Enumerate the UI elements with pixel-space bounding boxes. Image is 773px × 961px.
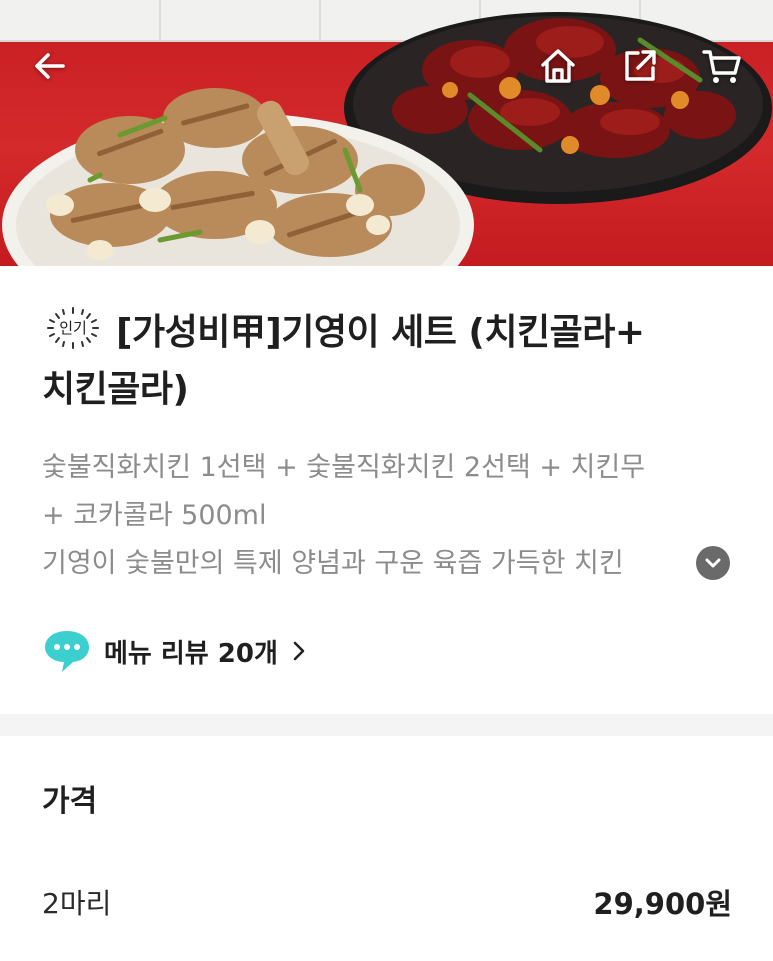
price-heading: 가격 <box>42 784 98 819</box>
menu-review-label: 메뉴 리뷰 20개 <box>104 638 278 669</box>
product-title-line1: [가성비甲]기영이 세트 (치킨골라+ <box>116 312 645 353</box>
product-photo <box>0 0 773 266</box>
share-button[interactable] <box>614 40 666 92</box>
popular-badge-label: 인기 <box>59 319 87 337</box>
back-button[interactable] <box>24 40 76 92</box>
composition-line-2: + 코카콜라 500ml <box>42 500 267 531</box>
product-info-section: 인기 [가성비甲]기영이 세트 (치킨골라+ 치킨골라) 숯불직화치킨 1선택 … <box>0 266 773 714</box>
home-icon <box>541 49 575 83</box>
speech-bubble-icon <box>45 631 89 672</box>
menu-review-link[interactable]: 메뉴 리뷰 20개 <box>42 628 306 674</box>
price-option-name: 2마리 <box>42 887 112 920</box>
price-section: 가격 2마리 29,900원 <box>0 736 773 961</box>
cart-button[interactable] <box>696 40 748 92</box>
description-preview: 기영이 숯불만의 특제 양념과 구운 육즙 가득한 치킨 <box>42 548 624 579</box>
chevron-right-icon <box>293 641 305 661</box>
price-option-row[interactable]: 2마리 29,900원 <box>42 880 732 924</box>
back-arrow-icon <box>35 53 65 79</box>
share-icon <box>625 50 656 81</box>
popular-badge: 인기 <box>42 306 104 350</box>
chevron-down-icon <box>705 558 721 568</box>
product-description: 숯불직화치킨 1선택 + 숯불직화치킨 2선택 + 치킨무 + 코카콜라 500… <box>42 444 742 588</box>
home-button[interactable] <box>532 40 584 92</box>
composition-line-1: 숯불직화치킨 1선택 + 숯불직화치킨 2선택 + 치킨무 <box>42 452 646 483</box>
section-divider <box>0 714 773 736</box>
product-title-line2: 치킨골라) <box>42 369 189 410</box>
cart-icon <box>702 50 741 83</box>
product-title: 인기 [가성비甲]기영이 세트 (치킨골라+ 치킨골라) <box>42 304 742 418</box>
price-option-amount: 29,900원 <box>593 887 732 921</box>
expand-description-button[interactable] <box>696 546 730 580</box>
